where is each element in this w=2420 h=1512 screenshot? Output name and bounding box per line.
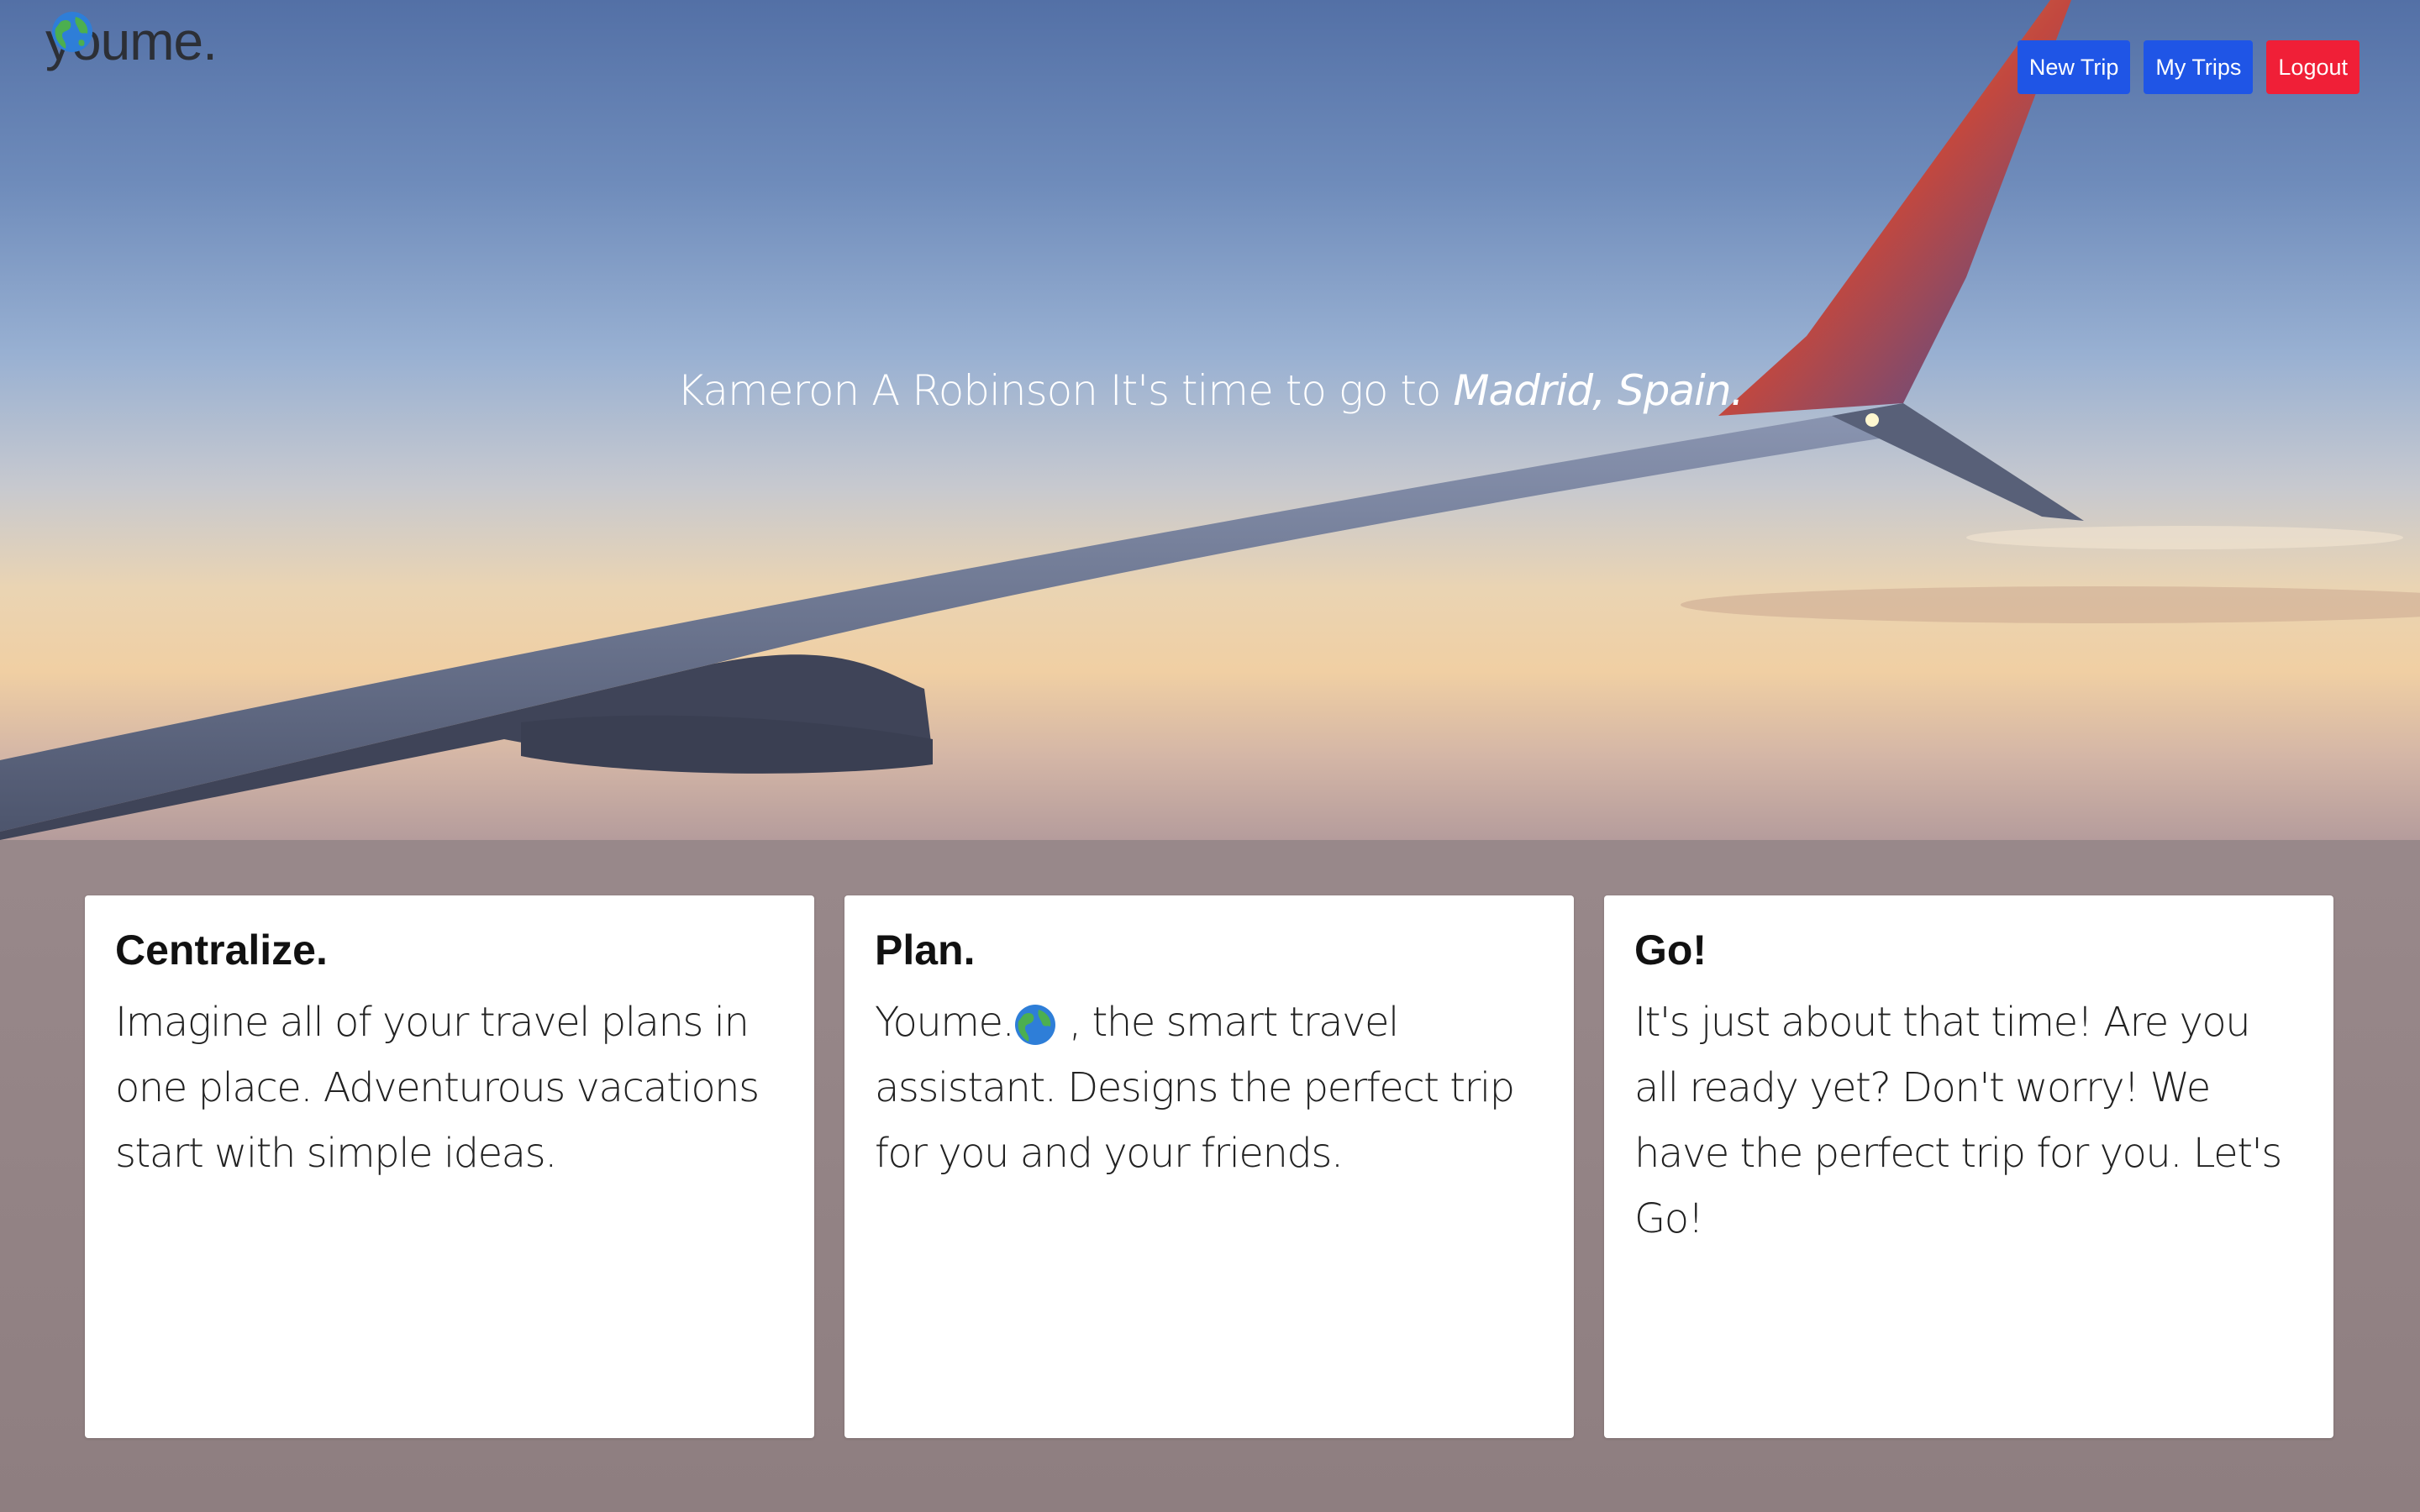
card-body: It's just about that time! Are you all r…	[1634, 999, 2282, 1242]
brand-logo[interactable]: youme.	[45, 10, 218, 72]
feature-card-go: Go! It's just about that time! Are you a…	[1604, 895, 2333, 1438]
feature-cards: Centralize. Imagine all of your travel p…	[85, 895, 2333, 1438]
card-title: Plan.	[875, 927, 976, 974]
my-trips-button[interactable]: My Trips	[2144, 40, 2254, 94]
hero-banner: youme. New Trip My Trips Logout Kameron …	[0, 0, 2420, 840]
globe-icon	[52, 12, 92, 52]
card-title: Centralize.	[115, 927, 328, 974]
hero-background-photo	[0, 0, 2420, 840]
hero-headline: Kameron A Robinson It's time to go to Ma…	[0, 366, 2420, 415]
card-body: Youme. , the smart travel assistant. Des…	[875, 990, 1544, 1186]
card-body: Imagine all of your travel plans in one …	[115, 999, 760, 1177]
logout-button[interactable]: Logout	[2266, 40, 2360, 94]
new-trip-button[interactable]: New Trip	[2017, 40, 2131, 94]
card-title: Go!	[1634, 927, 1707, 974]
page: youme. New Trip My Trips Logout Kameron …	[0, 0, 2420, 1512]
feature-card-plan: Plan. Youme. , the smart travel assistan…	[844, 895, 1574, 1438]
top-nav: New Trip My Trips Logout	[2017, 40, 2360, 94]
hero-destination: Madrid, Spain.	[1453, 366, 1744, 415]
card-body-prefix: Youme.	[875, 999, 1015, 1046]
feature-card-centralize: Centralize. Imagine all of your travel p…	[85, 895, 814, 1438]
hero-headline-text: Kameron A Robinson It's time to go to	[676, 366, 1454, 415]
globe-icon	[1015, 1005, 1056, 1045]
